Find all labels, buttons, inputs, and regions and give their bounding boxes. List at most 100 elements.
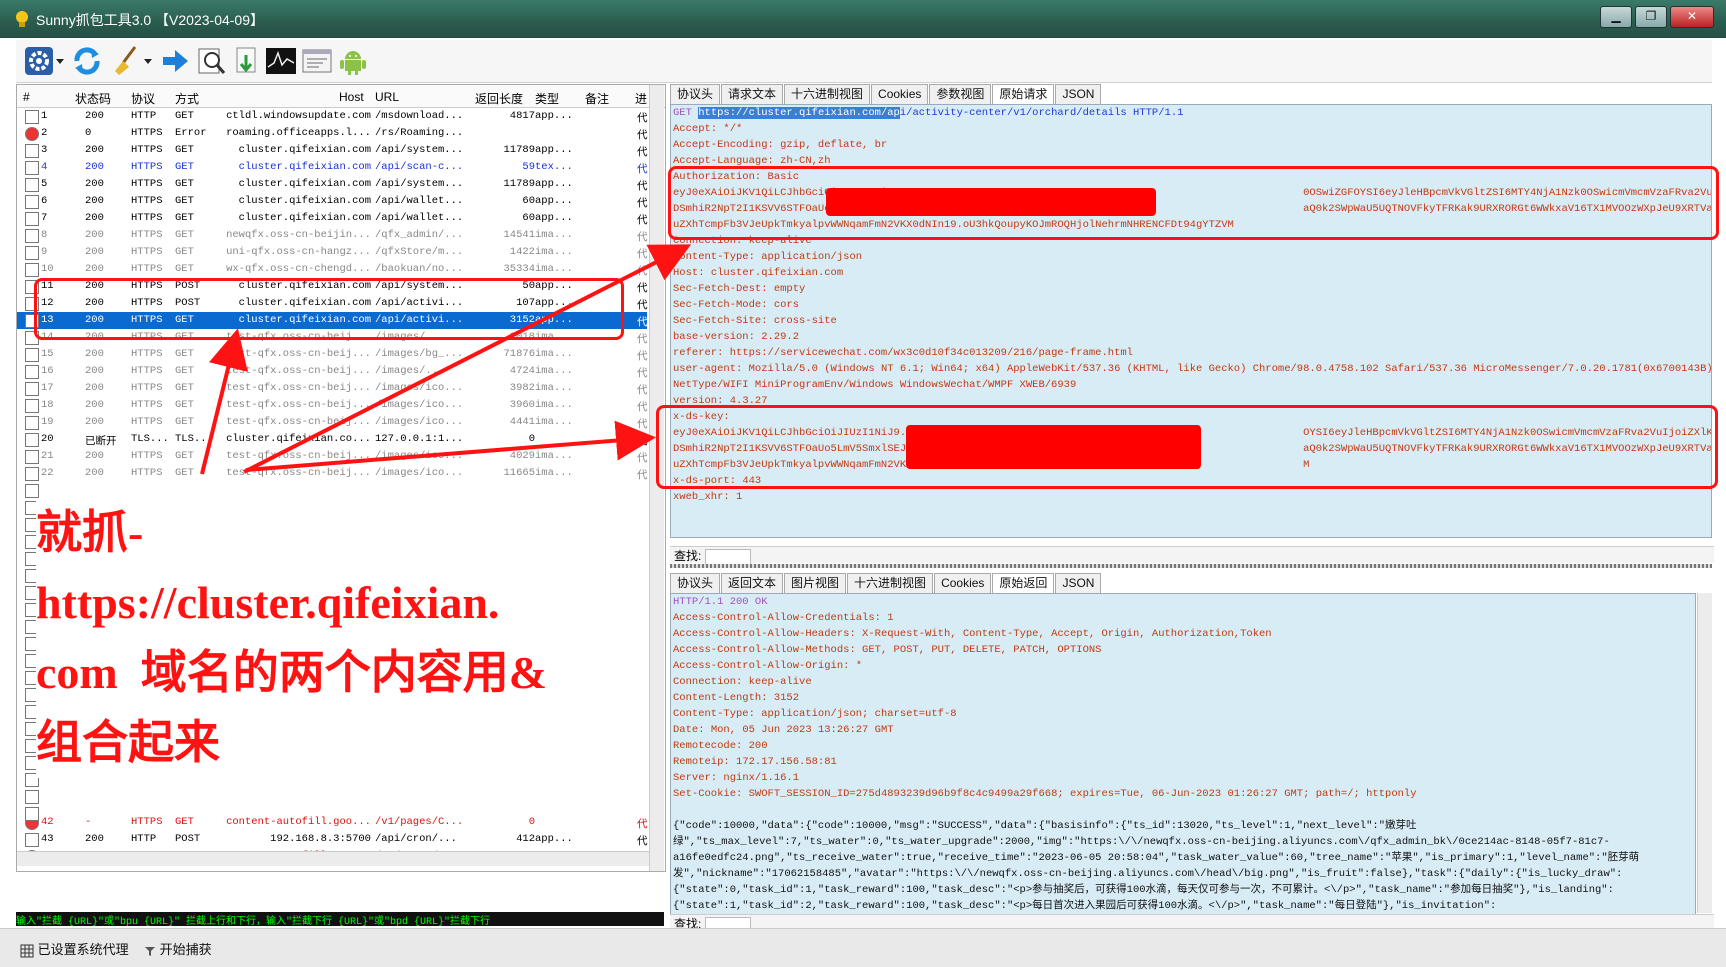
detail-pane: 协议头 请求文本 十六进制视图 Cookies 参数视图 原始请求 JSON GET htt… [670,84,1714,933]
request-tab-2[interactable]: 十六进制视图 [784,84,871,104]
col-method[interactable]: 方式 [175,90,199,107]
row-length: 11789 [503,178,535,190]
table-row[interactable]: 21 200 HTTPS GET test-qfx.oss-cn-beij... /ima… [17,448,648,465]
inspect-button[interactable] [194,44,228,78]
refresh-button[interactable] [70,44,104,78]
row-type: ima... [535,382,573,394]
request-tab-5[interactable]: 原始请求 [992,84,1055,104]
header-line: Access-Control-Allow-Methods: GET, POST,… [671,642,1695,658]
row-protocol: HTTPS [131,144,163,156]
clear-button[interactable] [108,44,142,78]
col-type[interactable]: 类型 [535,90,559,107]
request-tab-3[interactable]: Cookies [871,84,929,104]
request-tab-6[interactable]: JSON [1055,84,1102,104]
response-tab-1[interactable]: 返回文本 [721,573,784,593]
table-row[interactable]: 13 200 HTTPS GET cluster.qifeixian.com/api/a… [17,312,648,329]
go-button[interactable] [158,44,192,78]
table-row[interactable]: 2 0 HTTPS Error roaming.officeapps.l... /rs/R… [17,125,648,142]
table-row[interactable]: 3 200 HTTPS GET cluster.qifeixian.com/api/sy… [17,142,648,159]
response-tab-2[interactable]: 图片视图 [784,573,847,593]
raw-request-text[interactable]: GET https://cluster.qifeixian.com/api/ac… [670,104,1712,538]
table-row[interactable]: 43 200 HTTP POST 192.168.8.3:5700/api/cron/.… [17,831,648,848]
table-row[interactable]: 15 200 HTTPS GET test-qfx.oss-cn-beij... /ima… [17,346,648,363]
table-row[interactable]: 9 200 HTTPS GET uni-qfx.oss-cn-hangz... /qfxS… [17,244,648,261]
request-tab-4[interactable]: 参数视图 [929,84,992,104]
clear-dropdown[interactable] [142,44,154,78]
maximize-button[interactable]: ❐ [1635,6,1667,28]
table-row[interactable]: 1 200 HTTP GET ctldl.windowsupdate.com/msdow… [17,108,648,125]
session-horizontal-scrollbar[interactable] [17,851,649,866]
col-process[interactable]: 进 [635,90,647,107]
response-tab-4[interactable]: Cookies [934,573,992,593]
row-status: 200 [85,450,104,462]
col-note[interactable]: 备注 [585,90,609,107]
table-row[interactable]: 17 200 HTTPS GET test-qfx.oss-cn-beij... /ima… [17,380,648,397]
row-url: /images/ico... [375,416,464,428]
row-protocol: HTTP [131,833,157,845]
table-row[interactable]: 19 200 HTTPS GET test-qfx.oss-cn-beij... /ima… [17,414,648,431]
close-button[interactable]: ✕ [1670,6,1714,28]
title-bar: Sunny抓包工具3.0 【V2023-04-09】 ▁ ❐ ✕ [0,0,1726,38]
header-key: Remotecode [673,740,737,752]
capture-toggle[interactable]: 开始捕获 [144,939,212,958]
row-index: 7 [41,212,48,224]
minimize-button[interactable]: ▁ [1600,6,1632,28]
table-row[interactable]: 20 已断开 TLS... TLS... cluster.qifeixian.co...… [17,431,648,448]
table-row[interactable]: 11 200 HTTPS POST cluster.qifeixian.com/api/… [17,278,648,295]
table-row[interactable]: 14 200 HTTPS GET test-qfx.oss-cn-beij... /ima… [17,329,648,346]
row-status: 200 [85,382,104,394]
table-row[interactable]: 16 200 HTTPS GET test-qfx.oss-cn-beij... /ima… [17,363,648,380]
response-tab-0[interactable]: 协议头 [670,573,721,593]
col-host[interactable]: Host [339,90,364,104]
header-value: : 200 [736,740,768,752]
android-button[interactable] [336,44,370,78]
save-button[interactable] [230,44,264,78]
settings-dropdown[interactable] [54,44,66,78]
row-url: /api/system... [375,144,464,156]
pane-splitter[interactable] [670,564,1712,568]
col-status[interactable]: 状态码 [75,90,111,107]
table-row[interactable]: 6 200 HTTPS GET cluster.qifeixian.com/api/wa… [17,193,648,210]
table-row[interactable] [17,482,647,499]
response-tab-5[interactable]: 原始返回 [992,573,1055,593]
table-row[interactable]: 22 200 HTTPS GET test-qfx.oss-cn-beij... /ima… [17,465,648,482]
proxy-status[interactable]: 已设置系统代理 [20,939,129,958]
table-row[interactable]: 8 200 HTTPS GET newqfx.oss-cn-beijin... /qfx_… [17,227,648,244]
stats-button[interactable] [264,44,298,78]
table-row[interactable]: 18 200 HTTPS GET test-qfx.oss-cn-beij... /ima… [17,397,648,414]
table-row[interactable]: 4 200 HTTPS GET cluster.qifeixian.com/api/sc… [17,159,648,176]
request-find-input[interactable] [704,548,751,565]
col-length[interactable]: 返回长度 [475,90,523,107]
panel-button[interactable] [300,44,334,78]
col-url[interactable]: URL [375,90,399,104]
table-row[interactable] [17,805,647,822]
header-line: Sec-Fetch-Dest: empty [671,281,1711,297]
response-tab-6[interactable]: JSON [1055,573,1102,593]
col-index[interactable]: # [23,90,30,104]
row-method: GET [175,399,194,411]
session-vertical-scrollbar[interactable] [649,85,664,871]
table-row[interactable]: 7 200 HTTPS GET cluster.qifeixian.com/api/wa… [17,210,648,227]
row-status: 200 [85,833,104,845]
col-protocol[interactable]: 协议 [131,90,155,107]
raw-response-text[interactable]: HTTP/1.1 200 OK Access-Control-Allow-Cre… [670,593,1696,915]
header-line: Accept-Language: zh-CN,zh [671,153,1711,169]
row-index: 6 [41,195,48,207]
request-tab-1[interactable]: 请求文本 [721,84,784,104]
table-row[interactable] [17,788,647,805]
row-method: GET [175,314,194,326]
table-row[interactable]: 5 200 HTTPS GET cluster.qifeixian.com/api/sy… [17,176,648,193]
table-row[interactable]: 10 200 HTTPS GET wx-qfx.oss-cn-chengd... /bao… [17,261,648,278]
table-row[interactable]: 12 200 HTTPS POST cluster.qifeixian.com/api/… [17,295,648,312]
row-method: GET [175,110,194,122]
response-scrollbar[interactable] [1697,593,1712,913]
row-index: 13 [41,314,54,326]
header-value: : Mon, 05 Jun 2023 13:26:27 GMT [698,724,894,736]
row-type: ima... [535,450,573,462]
header-line: base-version: 2.29.2 [671,329,1711,345]
command-line[interactable]: 输入"拦截 {URL}"或"bpu {URL}" 拦截上行和下行，输入"拦截下行… [16,912,664,926]
request-tab-0[interactable]: 协议头 [670,84,721,104]
response-tab-3[interactable]: 十六进制视图 [847,573,934,593]
session-icon [25,178,39,192]
settings-button[interactable] [22,44,56,78]
